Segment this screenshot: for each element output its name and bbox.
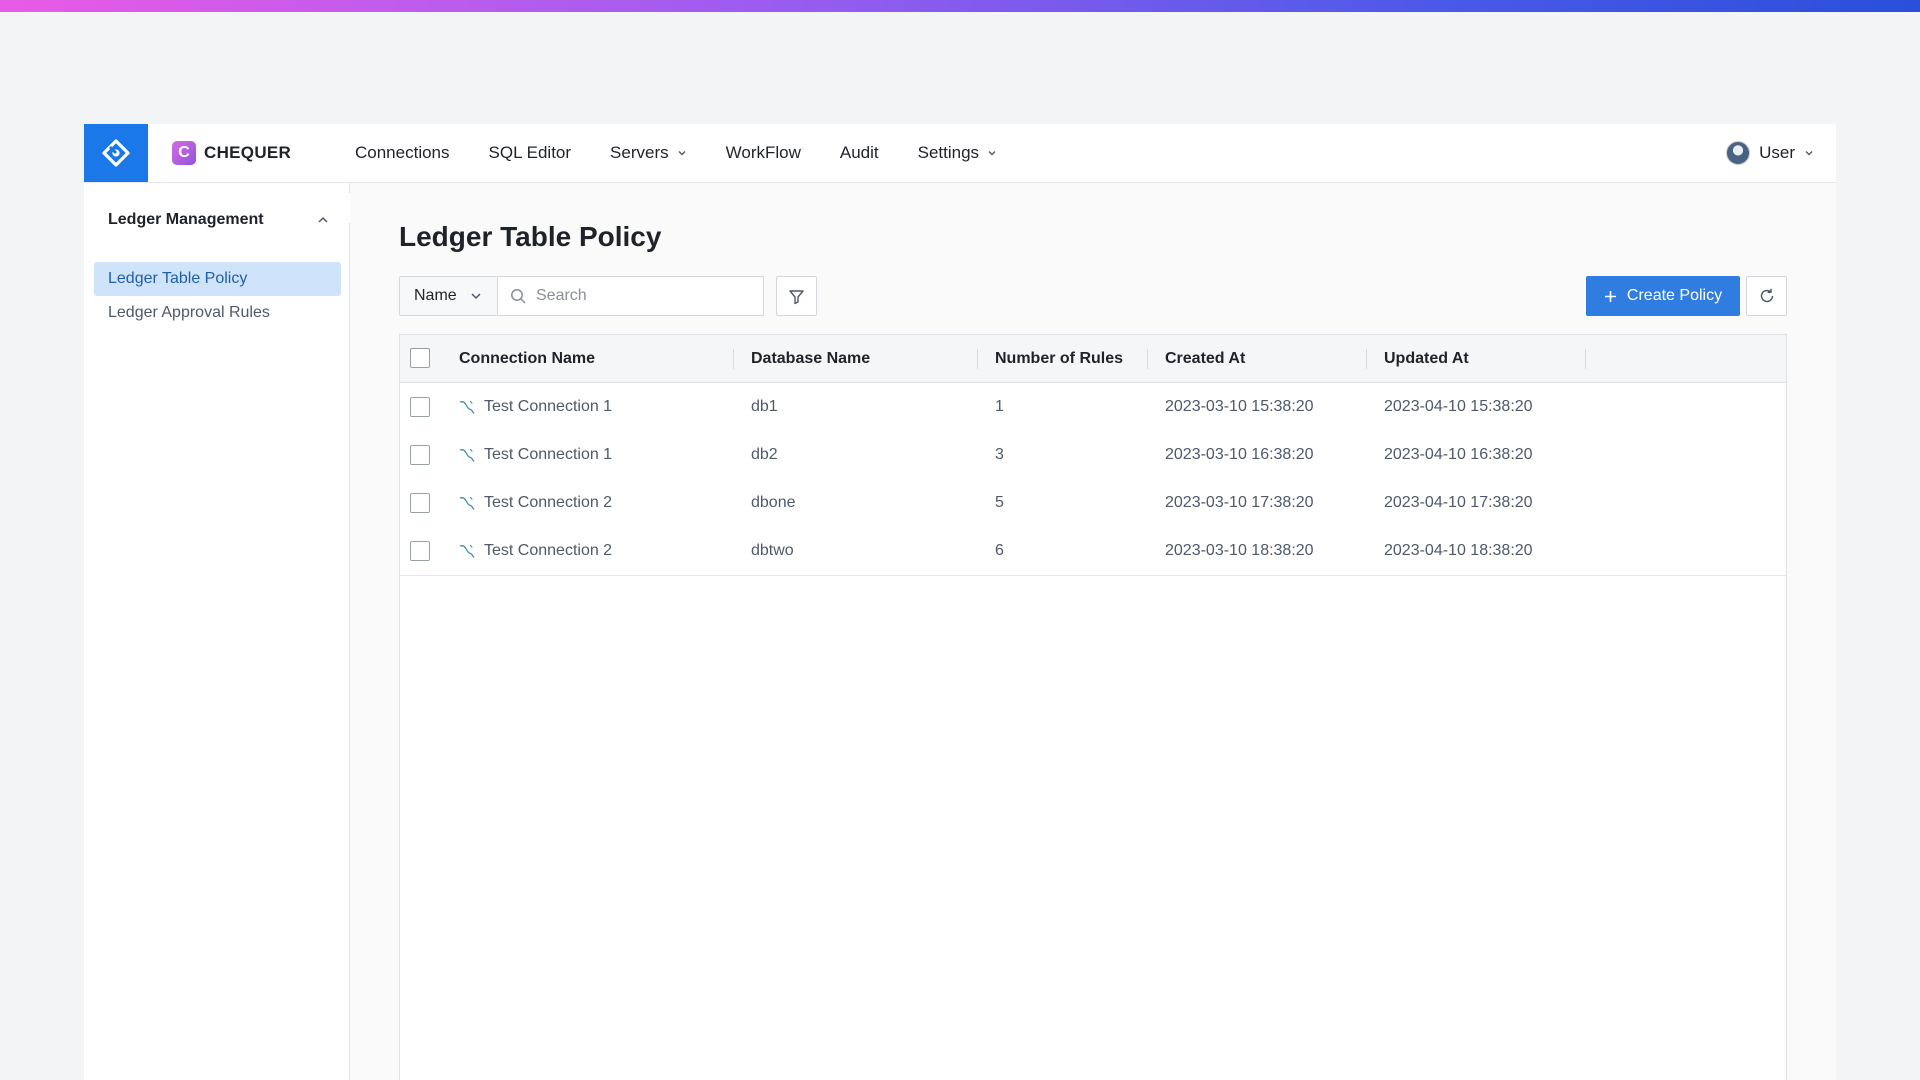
brand-name: CHEQUER [204, 143, 292, 162]
user-label: User [1759, 143, 1795, 162]
column-divider[interactable] [733, 349, 734, 369]
chevron-down-icon [988, 151, 996, 156]
sidebar-item-label: Ledger Table Policy [108, 270, 248, 287]
mysql-connection-icon [459, 399, 475, 415]
app-window: C CHEQUER Connections SQL Editor Servers Wo… [84, 124, 1836, 1080]
brand-logo-icon: C [172, 141, 196, 165]
sidebar: Ledger Management Ledger Table Policy Le… [84, 183, 350, 1080]
table-row[interactable]: Test Connection 1 db2 3 2023-03-10 16:38:20… [400, 431, 1786, 480]
filter-button[interactable] [776, 276, 817, 316]
column-divider[interactable] [1585, 349, 1586, 369]
cell-connection-text: Test Connection 2 [484, 494, 613, 511]
row-checkbox[interactable] [410, 445, 430, 465]
column-header-connection[interactable]: Connection Name [459, 335, 595, 382]
cell-connection: Test Connection 2 [459, 479, 612, 527]
table-header: Connection Name Database Name Number of Ru… [400, 335, 1786, 383]
cell-created: 2023-03-10 16:38:20 [1165, 446, 1314, 463]
main-content: Ledger Table Policy Name Create Policy [350, 183, 1836, 1080]
table-row[interactable]: Test Connection 2 dbtwo 6 2023-03-10 18:38:… [400, 527, 1786, 576]
cell-rules: 6 [995, 542, 1004, 559]
plus-icon [1604, 290, 1616, 302]
page-title: Ledger Table Policy [399, 221, 662, 252]
nav-item-settings[interactable]: Settings [918, 143, 997, 163]
nav-item-audit[interactable]: Audit [840, 143, 879, 163]
mysql-connection-icon [459, 495, 475, 511]
cell-connection-text: Test Connection 1 [484, 398, 613, 415]
cell-database: db1 [751, 398, 778, 415]
cell-updated: 2023-04-10 18:38:20 [1384, 542, 1533, 559]
cell-connection-text: Test Connection 1 [484, 446, 613, 463]
cell-created: 2023-03-10 15:38:20 [1165, 398, 1314, 415]
chevron-down-icon [471, 293, 481, 300]
sidebar-item-label: Ledger Approval Rules [108, 304, 270, 321]
nav-item-label: SQL Editor [488, 143, 572, 162]
nav-item-connections[interactable]: Connections [355, 143, 450, 163]
column-divider[interactable] [1147, 349, 1148, 369]
cell-rules: 5 [995, 494, 1004, 511]
sidebar-item-ledger-approval-rules[interactable]: Ledger Approval Rules [94, 296, 341, 330]
sidebar-group-title: Ledger Management [108, 211, 264, 228]
cell-database: db2 [751, 446, 778, 463]
search-box [497, 276, 764, 316]
main-nav: Connections SQL Editor Servers WorkFlow Audi… [355, 124, 997, 182]
cell-created: 2023-03-10 17:38:20 [1165, 494, 1314, 511]
column-header-database[interactable]: Database Name [751, 335, 870, 382]
row-checkbox[interactable] [410, 397, 430, 417]
cell-updated: 2023-04-10 15:38:20 [1384, 398, 1533, 415]
refresh-icon [1760, 288, 1773, 303]
search-field-select[interactable]: Name [399, 276, 498, 316]
filter-icon [789, 289, 804, 304]
select-all-checkbox[interactable] [410, 348, 430, 368]
chevron-down-icon [1805, 151, 1813, 156]
row-checkbox[interactable] [410, 493, 430, 513]
nav-item-label: Settings [917, 143, 980, 162]
top-header: C CHEQUER Connections SQL Editor Servers Wo… [84, 124, 1836, 183]
cell-rules: 1 [995, 398, 1004, 415]
policy-table: Connection Name Database Name Number of Ru… [399, 334, 1787, 1080]
column-header-rules[interactable]: Number of Rules [995, 335, 1123, 382]
cell-created: 2023-03-10 18:38:20 [1165, 542, 1314, 559]
column-header-created[interactable]: Created At [1165, 335, 1245, 382]
create-policy-label: Create Policy [1626, 287, 1723, 304]
nav-item-label: Servers [610, 143, 669, 162]
row-checkbox[interactable] [410, 541, 430, 561]
sidebar-item-ledger-table-policy[interactable]: Ledger Table Policy [94, 262, 341, 296]
cell-connection-text: Test Connection 2 [484, 542, 613, 559]
top-gradient-bar [0, 0, 1920, 12]
brand[interactable]: C CHEQUER [172, 141, 291, 165]
cell-updated: 2023-04-10 17:38:20 [1384, 494, 1533, 511]
mysql-connection-icon [459, 543, 475, 559]
sidebar-group-ledger-management[interactable]: Ledger Management [108, 209, 330, 231]
search-icon [511, 288, 526, 304]
cell-database: dbtwo [751, 542, 794, 559]
cell-database: dbone [751, 494, 796, 511]
mysql-connection-icon [459, 447, 475, 463]
nav-item-label: Connections [355, 143, 450, 162]
refresh-button[interactable] [1746, 276, 1787, 316]
table-row[interactable]: Test Connection 2 dbone 5 2023-03-10 17:38:… [400, 479, 1786, 528]
chevron-up-icon [318, 216, 328, 223]
cell-connection: Test Connection 2 [459, 527, 612, 575]
nav-item-servers[interactable]: Servers [610, 143, 687, 163]
nav-item-workflow[interactable]: WorkFlow [726, 143, 801, 163]
logo-icon[interactable] [84, 124, 148, 182]
table-row[interactable]: Test Connection 1 db1 1 2023-03-10 15:38:20… [400, 383, 1786, 432]
nav-item-label: Audit [839, 143, 879, 162]
column-divider[interactable] [1366, 349, 1367, 369]
cell-connection: Test Connection 1 [459, 431, 612, 479]
column-divider[interactable] [977, 349, 978, 369]
nav-item-sql-editor[interactable]: SQL Editor [489, 143, 572, 163]
column-header-updated[interactable]: Updated At [1384, 335, 1469, 382]
avatar [1726, 141, 1751, 165]
nav-item-label: WorkFlow [725, 143, 801, 162]
create-policy-button[interactable]: Create Policy [1586, 276, 1740, 316]
cell-connection: Test Connection 1 [459, 383, 612, 431]
chevron-down-icon [678, 151, 686, 156]
search-input[interactable] [534, 286, 738, 306]
cell-updated: 2023-04-10 16:38:20 [1384, 446, 1533, 463]
user-menu[interactable]: User [1726, 141, 1814, 165]
search-field-select-value: Name [414, 287, 457, 304]
cell-rules: 3 [995, 446, 1004, 463]
